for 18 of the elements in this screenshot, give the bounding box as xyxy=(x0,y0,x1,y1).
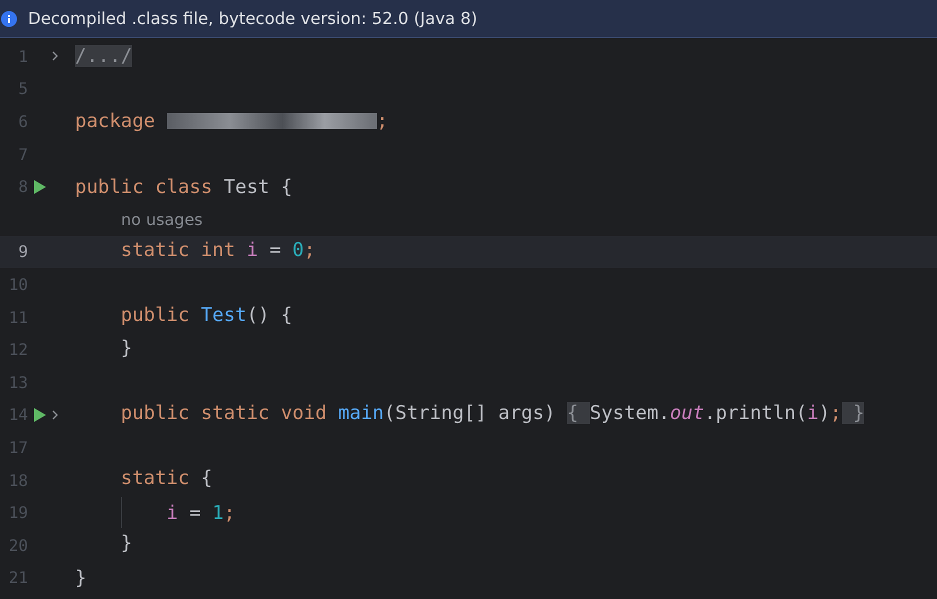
code-line: static int i = 0; xyxy=(120,239,316,262)
code-line: } xyxy=(120,336,132,359)
banner-text: Decompiled .class file, bytecode version: 52.0 (Java 8) xyxy=(28,9,478,28)
run-icon[interactable] xyxy=(34,408,46,422)
chevron-right-icon[interactable] xyxy=(52,410,58,420)
usage-hint[interactable]: no usages xyxy=(121,210,203,230)
code-line: package ; xyxy=(75,110,388,132)
code-line: public class Test { xyxy=(75,176,292,198)
line-number: 9 xyxy=(17,242,28,262)
run-icon[interactable] xyxy=(34,180,46,194)
chevron-right-icon[interactable] xyxy=(52,51,58,62)
code-line: static { xyxy=(120,467,212,490)
info-icon xyxy=(1,10,17,26)
code-line: public static void main(String[] args) { System.out.println(i); } xyxy=(120,402,864,424)
code-line: } xyxy=(75,566,86,589)
code-line: } xyxy=(120,532,132,554)
code-line: i = 1; xyxy=(75,497,236,528)
code-line: public Test() { xyxy=(120,304,292,326)
